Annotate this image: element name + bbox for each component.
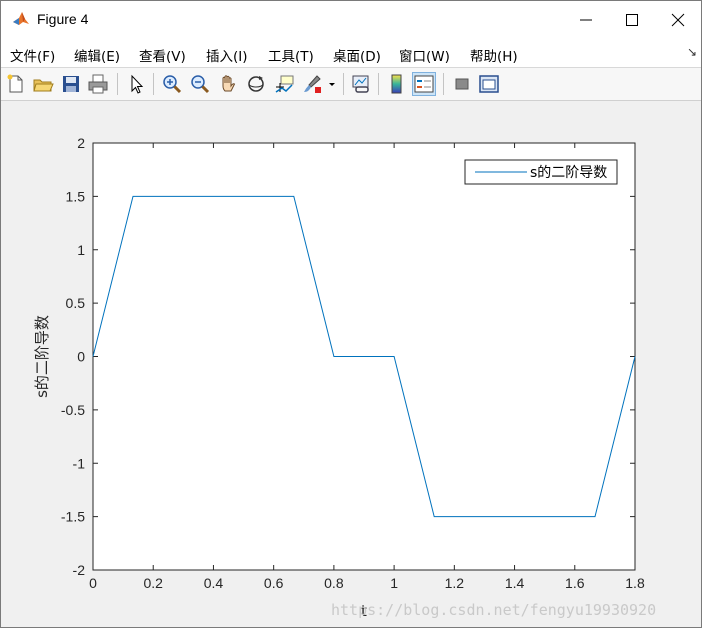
- legend-icon: [414, 75, 434, 93]
- x-tick-label: 0.6: [264, 575, 284, 591]
- x-tick-label: 1: [390, 575, 398, 591]
- link-plot-button[interactable]: [350, 73, 372, 95]
- window-title: Figure 4: [37, 11, 89, 27]
- zoom-out-button[interactable]: [189, 73, 211, 95]
- minimize-button[interactable]: [563, 1, 609, 39]
- menu-window[interactable]: 窗口(W): [399, 45, 450, 65]
- legend-entry-label: s的二阶导数: [530, 165, 607, 181]
- select-pointer-icon: [131, 74, 144, 94]
- close-button[interactable]: [655, 1, 701, 39]
- data-cursor-button[interactable]: [273, 73, 295, 95]
- y-tick-label: 1.5: [66, 188, 86, 204]
- x-tick-label: 1.2: [445, 575, 465, 591]
- menu-file[interactable]: 文件(F): [10, 45, 55, 65]
- zoom-out-icon: [191, 75, 210, 94]
- line-chart[interactable]: 0 0.2 0.4 0.6 0.8 1 1.2 1.4 1.6 1.8 -2 -1.5 -1 -0.5 0 0…: [1, 101, 701, 627]
- toolbar-separator: [443, 73, 444, 95]
- menu-edit[interactable]: 编辑(E): [74, 45, 120, 65]
- figure-window: Figure 4 文件(F) 编辑(E) 查看(V) 插入(I) 工具(T) 桌…: [0, 0, 702, 628]
- menu-tools[interactable]: 工具(T): [268, 45, 314, 65]
- title-bar[interactable]: Figure 4: [1, 1, 701, 39]
- watermark: https://blog.csdn.net/fengyu19930920: [331, 601, 657, 619]
- y-tick-label: -1: [73, 455, 86, 471]
- menu-help[interactable]: 帮助(H): [470, 45, 518, 65]
- x-tick-label: 0.2: [143, 575, 163, 591]
- print-button[interactable]: [87, 73, 109, 95]
- plot-area: 0 0.2 0.4 0.6 0.8 1 1.2 1.4 1.6 1.8 -2 -1.5 -1 -0.5 0 0…: [1, 101, 701, 627]
- toolbar-separator: [378, 73, 379, 95]
- print-icon: [88, 74, 108, 94]
- link-plot-icon: [352, 75, 369, 93]
- close-icon: [671, 13, 685, 27]
- brush-button[interactable]: [301, 73, 323, 95]
- rotate-3d-icon: [248, 76, 264, 92]
- x-tick-label: 0: [89, 575, 97, 591]
- brush-icon: [304, 75, 321, 93]
- select-pointer-button[interactable]: [125, 73, 147, 95]
- colorbar-icon: [391, 74, 402, 94]
- y-tick-label: 0: [77, 349, 85, 365]
- x-tick-label: 1.8: [625, 575, 645, 591]
- hide-plot-tools-icon: [455, 78, 469, 90]
- x-tick-label: 1.4: [505, 575, 525, 591]
- pan-button[interactable]: [217, 73, 239, 95]
- x-tick-label: 0.4: [204, 575, 224, 591]
- y-tick-label: 1: [77, 242, 85, 258]
- x-tick-label: 0.8: [324, 575, 344, 591]
- chevron-down-icon: [329, 83, 335, 86]
- toolbar-separator: [343, 73, 344, 95]
- dock-arrow-icon[interactable]: ↘: [687, 45, 697, 59]
- y-axis-label: s的二阶导数: [33, 315, 51, 398]
- save-button[interactable]: [60, 73, 82, 95]
- y-tick-label: 2: [77, 135, 85, 151]
- brush-dropdown-button[interactable]: [327, 73, 337, 95]
- show-plot-tools-icon: [479, 75, 499, 93]
- colorbar-button[interactable]: [386, 73, 408, 95]
- figure-toolbar: [1, 68, 701, 101]
- new-figure-icon: [7, 74, 23, 93]
- x-tick-label: 1.6: [565, 575, 585, 591]
- zoom-in-icon: [163, 75, 182, 94]
- new-figure-button[interactable]: [5, 73, 27, 95]
- data-cursor-icon: [275, 75, 294, 93]
- rotate-3d-button[interactable]: [245, 73, 267, 95]
- y-tick-label: 0.5: [66, 295, 86, 311]
- save-icon: [63, 76, 79, 92]
- legend-button[interactable]: [412, 72, 436, 96]
- y-tick-label: -2: [73, 562, 86, 578]
- menu-insert[interactable]: 插入(I): [206, 45, 248, 65]
- toolbar-separator: [117, 73, 118, 95]
- matlab-logo-icon: [11, 9, 31, 29]
- y-tick-label: -1.5: [61, 509, 85, 525]
- menu-view[interactable]: 查看(V): [139, 45, 186, 65]
- show-plot-tools-button[interactable]: [478, 73, 500, 95]
- maximize-icon: [626, 14, 638, 26]
- maximize-button[interactable]: [609, 1, 655, 39]
- minimize-icon: [580, 19, 592, 21]
- menu-bar: 文件(F) 编辑(E) 查看(V) 插入(I) 工具(T) 桌面(D) 窗口(W…: [1, 39, 701, 68]
- open-file-button[interactable]: [32, 73, 54, 95]
- open-file-icon: [33, 79, 54, 92]
- y-tick-label: -0.5: [61, 402, 85, 418]
- hide-plot-tools-button[interactable]: [451, 73, 473, 95]
- zoom-in-button[interactable]: [161, 73, 183, 95]
- menu-desktop[interactable]: 桌面(D): [333, 45, 381, 65]
- toolbar-separator: [153, 73, 154, 95]
- pan-hand-icon: [222, 75, 236, 92]
